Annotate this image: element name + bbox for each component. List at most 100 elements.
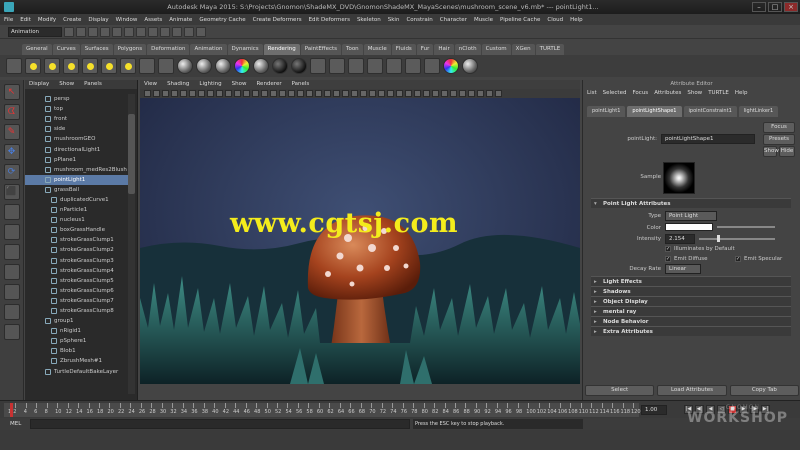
outliner-item[interactable]: strokeGrassClump7	[25, 296, 128, 306]
viewport-tool-icon[interactable]	[396, 90, 403, 97]
anisotropic-material-icon[interactable]	[253, 58, 269, 74]
outliner-item[interactable]: front	[25, 114, 128, 124]
viewport-tool-icon[interactable]	[333, 90, 340, 97]
section-extra-attributes[interactable]: Extra Attributes	[591, 326, 791, 337]
rotate-tool-icon[interactable]: ⟳	[3, 164, 20, 180]
open-scene-icon[interactable]	[76, 26, 86, 37]
new-scene-icon[interactable]	[64, 26, 74, 37]
viewport-tool-icon[interactable]	[450, 90, 457, 97]
outliner-item[interactable]: mushroom_medRes2Blush	[25, 165, 128, 175]
shelf-tab-dynamics[interactable]: Dynamics	[227, 44, 263, 55]
lasso-tool-icon[interactable]: ᗧ	[3, 104, 20, 120]
viewport-tool-icon[interactable]	[423, 90, 430, 97]
last-tool-icon[interactable]	[3, 204, 20, 220]
viewport-tool-icon[interactable]	[198, 90, 205, 97]
ipr-render-icon[interactable]	[184, 26, 194, 37]
shelf-tab-turtle[interactable]: TURTLE	[535, 44, 565, 55]
menu-character[interactable]: Character	[440, 17, 467, 23]
render-icon[interactable]	[172, 26, 182, 37]
menu-edit[interactable]: Edit	[20, 17, 31, 23]
viewport-tool-icon[interactable]	[189, 90, 196, 97]
layout-four-icon[interactable]	[3, 244, 20, 260]
outliner-item[interactable]: strokeGrassClump8	[25, 306, 128, 316]
focus-button[interactable]: Focus	[763, 122, 795, 133]
viewport-tool-icon[interactable]	[243, 90, 250, 97]
color-swatch[interactable]	[665, 223, 713, 231]
volume-light-icon[interactable]	[120, 58, 136, 74]
outliner-item[interactable]: top	[25, 104, 128, 114]
viewport-menu-view[interactable]: View	[144, 80, 157, 89]
viewport-tool-icon[interactable]	[459, 90, 466, 97]
viewport-tool-icon[interactable]	[162, 90, 169, 97]
viewport-tool-icon[interactable]	[405, 90, 412, 97]
outliner-item[interactable]: side	[25, 124, 128, 134]
menu-display[interactable]: Display	[88, 17, 108, 23]
ae-menu-show[interactable]: Show	[687, 89, 702, 98]
outliner-item[interactable]: pPlane1	[25, 155, 128, 165]
point-light-icon[interactable]	[63, 58, 79, 74]
copy-tab-button[interactable]: Copy Tab	[729, 385, 799, 396]
menu-edit-deformers[interactable]: Edit Deformers	[309, 17, 350, 23]
viewport-tool-icon[interactable]	[495, 90, 502, 97]
viewport-tool-icon[interactable]	[144, 90, 151, 97]
viewport-tool-icon[interactable]	[378, 90, 385, 97]
outliner-item[interactable]: Blob1	[25, 346, 128, 356]
command-input[interactable]	[30, 419, 410, 429]
texture-icon[interactable]	[443, 58, 459, 74]
shelf-tab-surfaces[interactable]: Surfaces	[80, 44, 113, 55]
viewport-tool-icon[interactable]	[432, 90, 439, 97]
section-point-light[interactable]: Point Light Attributes	[591, 198, 791, 209]
ae-tab-pointlightshape1[interactable]: pointLightShape1	[627, 106, 682, 117]
ae-menu-focus[interactable]: Focus	[632, 89, 648, 98]
intensity-slider-handle[interactable]	[717, 235, 720, 242]
phong-material-icon[interactable]	[215, 58, 231, 74]
viewport-tool-icon[interactable]	[171, 90, 178, 97]
outliner-item[interactable]: strokeGrassClump6	[25, 286, 128, 296]
outliner-item[interactable]: grassBall	[25, 185, 128, 195]
menu-create[interactable]: Create	[63, 17, 81, 23]
render-view-icon[interactable]	[329, 58, 345, 74]
viewport-tool-icon[interactable]	[234, 90, 241, 97]
maximize-button[interactable]: □	[768, 2, 782, 12]
ae-menu-help[interactable]: Help	[735, 89, 748, 98]
layout-graph-icon[interactable]	[3, 304, 20, 320]
menu-cloud[interactable]: Cloud	[547, 17, 563, 23]
outliner-item[interactable]: mushroomGEO	[25, 134, 128, 144]
viewport-tool-icon[interactable]	[486, 90, 493, 97]
shelf-tab-deformation[interactable]: Deformation	[147, 44, 190, 55]
outliner-item[interactable]: group1	[25, 316, 128, 326]
viewport-tool-icon[interactable]	[441, 90, 448, 97]
viewport-tool-icon[interactable]	[180, 90, 187, 97]
shelf-tab-ncloth[interactable]: nCloth	[454, 44, 481, 55]
outliner-menu-panels[interactable]: Panels	[84, 80, 102, 89]
load-attributes-button[interactable]: Load Attributes	[657, 385, 727, 396]
outliner-item[interactable]: TurtleDefaultBakeLayer	[25, 367, 128, 377]
shelf-tab-hair[interactable]: Hair	[434, 44, 454, 55]
camera-icon[interactable]	[139, 58, 155, 74]
viewport-menu-show[interactable]: Show	[232, 80, 247, 89]
ramp-shader-icon[interactable]	[234, 58, 250, 74]
save-scene-icon[interactable]	[88, 26, 98, 37]
current-frame-field[interactable]: 1.00	[641, 405, 667, 415]
snap-curve-icon[interactable]	[148, 26, 158, 37]
mel-label[interactable]: MEL	[0, 421, 30, 427]
menu-muscle[interactable]: Muscle	[474, 17, 493, 23]
outliner-menu-show[interactable]: Show	[59, 80, 74, 89]
camera-aim-icon[interactable]	[158, 58, 174, 74]
layout-hypershade-icon[interactable]	[3, 324, 20, 340]
menu-modify[interactable]: Modify	[38, 17, 56, 23]
surface-shader-icon[interactable]	[272, 58, 288, 74]
intensity-slider[interactable]	[699, 238, 775, 240]
shelf-tab-rendering[interactable]: Rendering	[263, 44, 300, 55]
ae-menu-turtle[interactable]: TURTLE	[708, 89, 729, 98]
section-node-behavior[interactable]: Node Behavior	[591, 316, 791, 327]
directional-light-icon[interactable]	[44, 58, 60, 74]
type-dropdown[interactable]: Point Light	[665, 211, 717, 221]
ae-menu-attributes[interactable]: Attributes	[654, 89, 681, 98]
ae-tab-lightlinker1[interactable]: lightLinker1	[738, 106, 779, 117]
outliner-item[interactable]: nucleus1	[25, 215, 128, 225]
ae-tab-ipointconstraint1[interactable]: ipointConstraint1	[683, 106, 737, 117]
shelf-tab-xgen[interactable]: XGen	[511, 44, 535, 55]
outliner-item[interactable]: strokeGrassClump4	[25, 266, 128, 276]
outliner-item[interactable]: ZbrushMesh#1	[25, 356, 128, 366]
